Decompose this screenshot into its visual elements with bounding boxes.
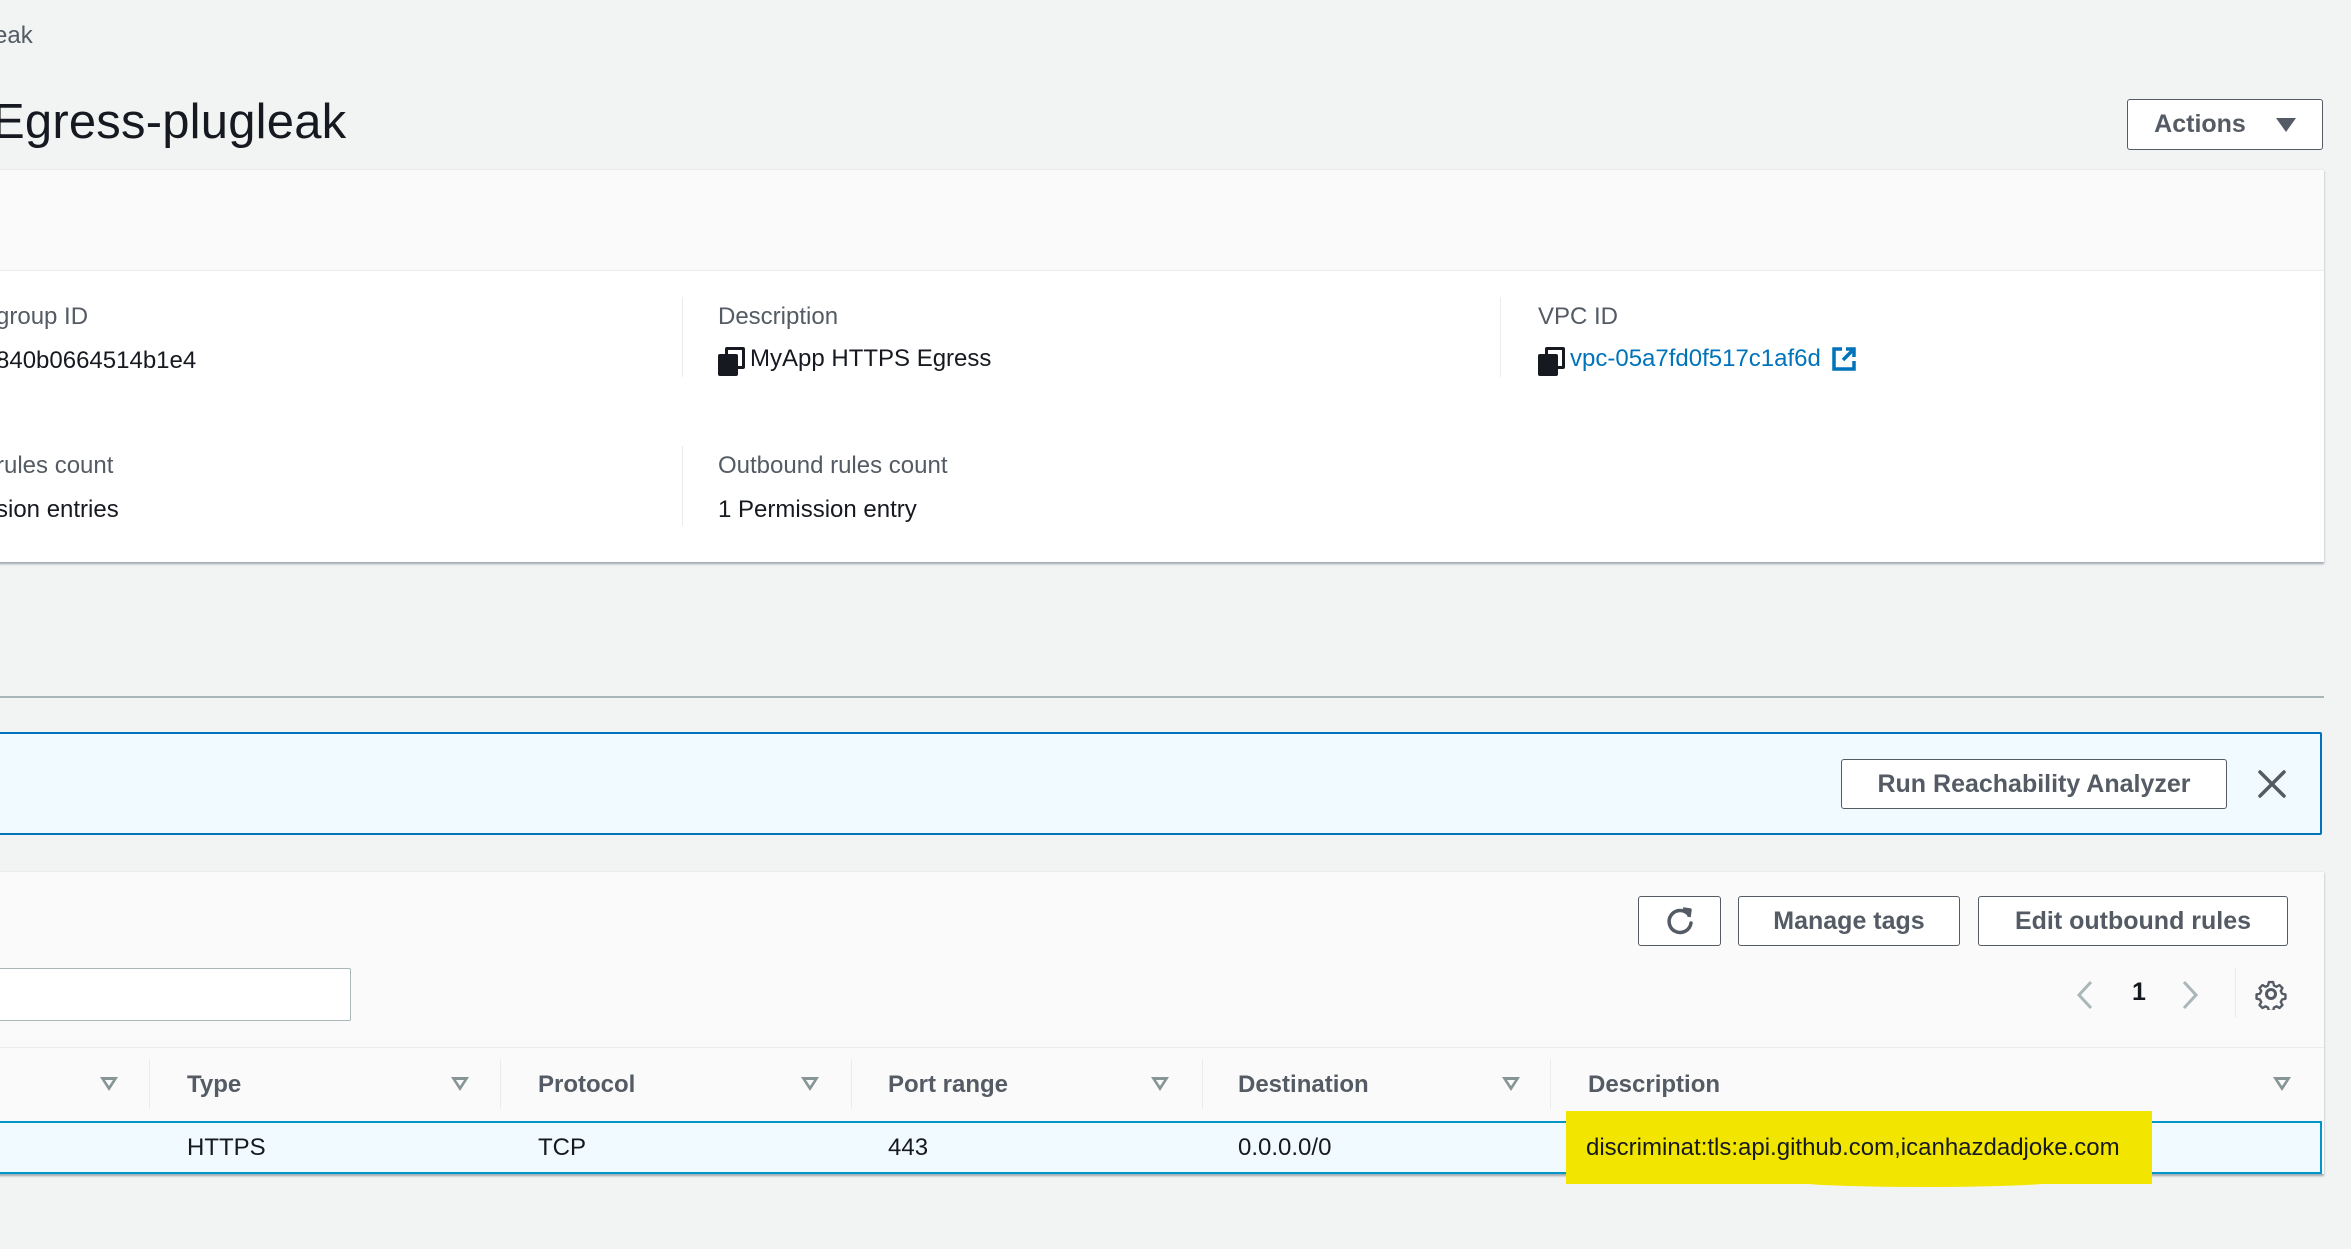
details-card: group ID 840b0664514b1e4 rules count sio… (0, 169, 2324, 562)
sort-icon[interactable] (2273, 1077, 2291, 1091)
close-icon[interactable] (2254, 766, 2290, 802)
vpc-id-label: VPC ID (1538, 303, 1619, 330)
column-divider (1500, 297, 1501, 377)
column-divider (851, 1059, 852, 1109)
vpc-id-link[interactable]: vpc-05a7fd0f517c1af6d (1570, 345, 1821, 373)
section-divider (0, 696, 2324, 698)
column-divider (1202, 1059, 1203, 1109)
search-input[interactable] (0, 968, 351, 1021)
sort-icon[interactable] (451, 1077, 469, 1091)
current-page-number[interactable]: 1 (2132, 978, 2146, 1007)
sort-icon[interactable] (801, 1077, 819, 1091)
run-reachability-analyzer-label: Run Reachability Analyzer (1877, 769, 2191, 798)
sort-icon[interactable] (1502, 1077, 1520, 1091)
refresh-icon (1666, 907, 1693, 935)
inbound-rules-count-value: sion entries (0, 496, 119, 524)
page-title: Egress-plugleak (0, 95, 347, 149)
caret-down-icon (2275, 117, 2296, 132)
outbound-rules-count-value: 1 Permission entry (718, 496, 917, 524)
column-divider (500, 1059, 501, 1109)
copy-icon[interactable] (1538, 347, 1565, 376)
sort-icon[interactable] (100, 1077, 118, 1091)
manage-tags-button[interactable]: Manage tags (1738, 896, 1960, 946)
inbound-rules-count-label: rules count (0, 452, 114, 479)
description-label: Description (718, 303, 839, 330)
outbound-rules-count-label: Outbound rules count (718, 452, 948, 479)
cell-description: discriminat:tls:api.github.com,icanhazda… (1586, 1134, 2120, 1161)
pager-divider (2235, 968, 2236, 1018)
column-header-description[interactable]: Description (1588, 1071, 1720, 1099)
column-divider (1550, 1059, 1551, 1109)
cell-protocol: TCP (538, 1134, 586, 1161)
refresh-button[interactable] (1638, 896, 1721, 946)
yellow-highlight-annotation (1790, 1175, 2060, 1187)
external-link-icon[interactable] (1831, 346, 1857, 372)
outbound-rules-count-text: 1 Permission entry (718, 496, 917, 523)
breadcrumb-current[interactable]: eak (0, 22, 33, 50)
chevron-left-icon[interactable] (2073, 978, 2097, 1012)
description-value: MyApp HTTPS Egress (718, 345, 992, 376)
description-text: MyApp HTTPS Egress (750, 345, 992, 372)
cell-port-range: 443 (888, 1134, 929, 1161)
group-id-text: 840b0664514b1e4 (0, 347, 197, 374)
chevron-right-icon[interactable] (2178, 978, 2202, 1012)
column-divider (682, 297, 683, 377)
group-id-label: group ID (0, 303, 89, 330)
run-reachability-analyzer-button[interactable]: Run Reachability Analyzer (1841, 759, 2227, 809)
actions-button[interactable]: Actions (2127, 99, 2323, 150)
details-card-header (0, 169, 2324, 271)
cell-destination: 0.0.0.0/0 (1238, 1134, 1332, 1161)
cell-type: HTTPS (187, 1134, 266, 1161)
manage-tags-label: Manage tags (1773, 906, 1925, 935)
column-header-protocol[interactable]: Protocol (538, 1071, 635, 1099)
column-divider (149, 1059, 150, 1109)
actions-button-label: Actions (2154, 110, 2246, 138)
column-header-destination[interactable]: Destination (1238, 1071, 1369, 1099)
column-divider (682, 446, 683, 526)
column-header-port-range[interactable]: Port range (888, 1071, 1008, 1099)
copy-icon[interactable] (718, 347, 745, 376)
group-id-value: 840b0664514b1e4 (0, 347, 196, 375)
inbound-rules-count-text: sion entries (0, 496, 119, 523)
column-header-type[interactable]: Type (187, 1071, 241, 1099)
gear-icon[interactable] (2255, 978, 2287, 1010)
edit-outbound-rules-button[interactable]: Edit outbound rules (1978, 896, 2288, 946)
sort-icon[interactable] (1151, 1077, 1169, 1091)
edit-outbound-rules-label: Edit outbound rules (2014, 906, 2252, 935)
vpc-id-value: vpc-05a7fd0f517c1af6d (1538, 345, 1857, 376)
